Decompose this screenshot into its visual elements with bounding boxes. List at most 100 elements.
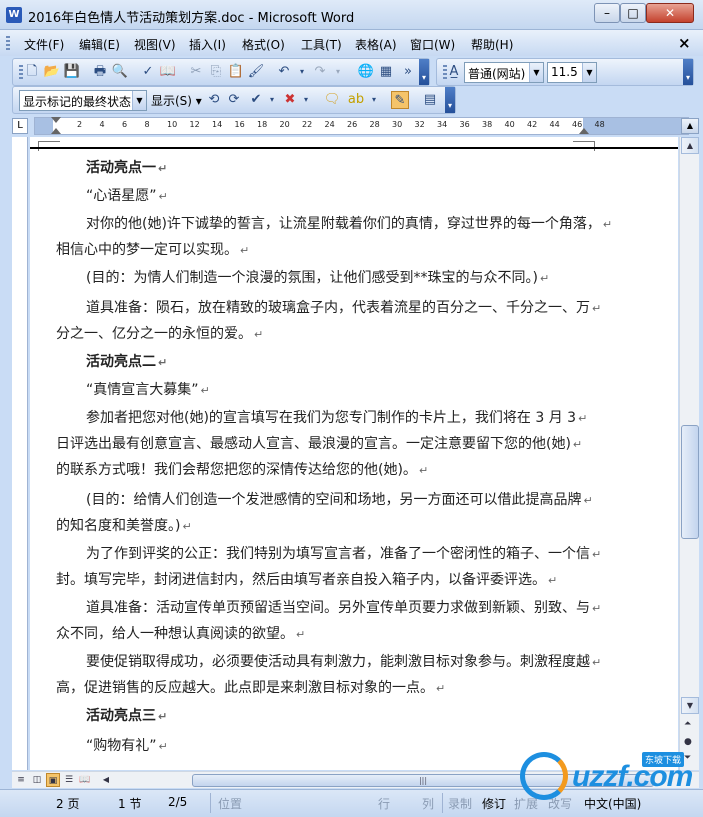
- menubar-grip[interactable]: [6, 36, 10, 50]
- highlight-dropdown-icon[interactable]: ▾: [365, 91, 383, 109]
- save-icon[interactable]: 💾: [63, 63, 81, 81]
- show-menu-button[interactable]: 显示(S) ▾: [151, 92, 202, 109]
- paragraph-line[interactable]: 为了作到评奖的公正：我们特别为填写宣言者，准备了一个密闭性的箱子、一个信 ↵: [86, 541, 601, 568]
- paragraph-line[interactable]: 道具准备：活动宣传单页预留适当空间。另外宣传单页要力求做到新颖、别致、与 ↵: [86, 595, 601, 622]
- copy-icon[interactable]: ⎘: [207, 63, 225, 81]
- chevron-down-icon[interactable]: ▼: [582, 63, 596, 82]
- paragraph-line[interactable]: “购物有礼” ↵: [86, 733, 168, 760]
- toolbar-options-icon[interactable]: ▾: [445, 87, 455, 113]
- menu-table[interactable]: 表格(A): [355, 36, 397, 53]
- spelling-icon[interactable]: ✓: [139, 63, 157, 81]
- tab-selector[interactable]: L: [12, 118, 28, 134]
- paragraph-line[interactable]: 道具准备：陨石，放在精致的玻璃盒子内，代表着流星的百分之一、千分之一、万 ↵: [86, 295, 601, 322]
- menu-tools[interactable]: 工具(T): [301, 36, 342, 53]
- paragraph-line[interactable]: “心语星愿” ↵: [86, 183, 168, 210]
- print-layout-icon[interactable]: ▣: [46, 773, 60, 787]
- more-buttons-icon[interactable]: »: [399, 63, 417, 81]
- toolbar-options-icon[interactable]: ▾: [419, 59, 429, 85]
- reject-dropdown-icon[interactable]: ▾: [297, 91, 315, 109]
- paragraph-line[interactable]: 要使促销取得成功，必须要使活动具有刺激力，能刺激目标对象参与。刺激程度越 ↵: [86, 649, 601, 676]
- paragraph-line[interactable]: 众不同，给人一种想认真阅读的欲望。 ↵: [56, 621, 305, 648]
- insert-comment-icon[interactable]: 🗨: [323, 91, 341, 109]
- document-area[interactable]: 活动亮点一 ↵ “心语星愿” ↵ 对你的他(她)许下诚挚的誓言，让流星附载着你们的真情，…: [30, 137, 678, 770]
- style-select[interactable]: 普通(网站) ▼: [464, 62, 544, 83]
- styles-formatting-icon[interactable]: A̲: [445, 63, 463, 81]
- track-changes-icon[interactable]: ✎: [391, 91, 409, 109]
- new-document-icon[interactable]: 🗋: [23, 63, 41, 81]
- paragraph-line[interactable]: 高，促进销售的反应越大。此点即是来刺激目标对象的一点。 ↵: [56, 675, 445, 702]
- reviewing-pane-icon[interactable]: ▤: [421, 91, 439, 109]
- paragraph-line[interactable]: 的联系方式哦！我们会帮您把您的深情传达给您的他(她)。 ↵: [56, 457, 428, 484]
- redo-dropdown-icon[interactable]: ▾: [329, 63, 347, 81]
- previous-change-icon[interactable]: ⟲: [205, 91, 223, 109]
- first-line-indent-marker[interactable]: [51, 117, 61, 123]
- highlight-icon[interactable]: ab: [347, 91, 365, 109]
- menu-format[interactable]: 格式(O): [242, 36, 285, 53]
- chevron-down-icon[interactable]: ▼: [132, 91, 146, 110]
- reading-layout-icon[interactable]: 📖: [78, 773, 92, 787]
- word-app-icon[interactable]: W: [6, 7, 22, 23]
- menu-file[interactable]: 文件(F): [24, 36, 64, 53]
- print-icon[interactable]: 🖶: [91, 63, 109, 81]
- open-folder-icon[interactable]: 📂: [43, 63, 61, 81]
- close-document-icon[interactable]: ×: [678, 34, 691, 52]
- scroll-left-icon[interactable]: ◀: [98, 773, 114, 788]
- redo-icon[interactable]: ↷: [311, 63, 329, 81]
- hyperlink-icon[interactable]: 🌐: [357, 63, 375, 81]
- status-record[interactable]: 录制: [448, 795, 472, 812]
- section-heading[interactable]: 活动亮点二 ↵: [86, 349, 167, 376]
- section-heading[interactable]: 活动亮点三 ↵: [86, 703, 167, 730]
- menu-window[interactable]: 窗口(W): [410, 36, 455, 53]
- undo-icon[interactable]: ↶: [275, 63, 293, 81]
- paragraph-line[interactable]: “真情宣言大募集” ↵: [86, 377, 210, 404]
- select-browse-object-icon[interactable]: ●: [684, 737, 692, 747]
- next-change-icon[interactable]: ⟳: [225, 91, 243, 109]
- paragraph-line[interactable]: 分之一、亿分之一的永恒的爱。 ↵: [56, 321, 263, 348]
- status-revise[interactable]: 修订: [482, 795, 506, 812]
- chevron-down-icon[interactable]: ▼: [529, 63, 543, 82]
- menu-insert[interactable]: 插入(I): [189, 36, 226, 53]
- menu-help[interactable]: 帮助(H): [471, 36, 513, 53]
- paragraph-line[interactable]: 相信心中的梦一定可以实现。 ↵: [56, 237, 249, 264]
- cut-icon[interactable]: ✂: [187, 63, 205, 81]
- vertical-scrollbar[interactable]: ▲ ▼ ⏶ ● ⏷: [679, 137, 699, 770]
- paragraph-mark-icon: ↵: [548, 574, 558, 587]
- font-size-select[interactable]: 11.5 ▼: [547, 62, 597, 83]
- paragraph-line[interactable]: 封。填写完毕，封闭进信封内，然后由填写者亲自投入箱子内，以备评委评选。 ↵: [56, 567, 557, 594]
- scroll-down-icon[interactable]: ▼: [681, 697, 699, 714]
- close-window-button[interactable]: ✕: [646, 3, 694, 23]
- paragraph-line[interactable]: (目的：为情人们制造一个浪漫的氛围，让他们感受到**珠宝的与众不同。) ↵: [86, 265, 549, 292]
- previous-page-icon[interactable]: ⏶: [684, 719, 691, 729]
- markup-view-select[interactable]: 显示标记的最终状态 ▼: [19, 90, 147, 111]
- menu-edit[interactable]: 编辑(E): [79, 36, 120, 53]
- vertical-ruler[interactable]: [12, 137, 28, 770]
- horizontal-ruler[interactable]: 2 4 6 8 10 12 14 16 18 20 22 24 26 28 30 32 34 36 38 40 42 44…: [34, 117, 689, 135]
- minimize-button[interactable]: –: [594, 3, 620, 23]
- paragraph-line[interactable]: 的知名度和美誉度。) ↵: [56, 513, 192, 540]
- paragraph-line[interactable]: (目的：给情人们创造一个发泄感情的空间和场地，另一方面还可以借此提高品牌 ↵: [86, 487, 593, 514]
- outline-view-icon[interactable]: ☰: [62, 773, 76, 787]
- ruler-tick-label: 32: [414, 120, 425, 129]
- title-bar[interactable]: W 2016年白色情人节活动策划方案.doc - Microsoft Word …: [0, 0, 703, 30]
- tables-borders-icon[interactable]: ▦: [377, 63, 395, 81]
- paragraph-line[interactable]: 日评选出最有创意宣言、最感动人宣言、最浪漫的宣言。一定注意要留下您的他(她) ↵: [56, 431, 582, 458]
- paragraph-text: 活动亮点三: [86, 708, 156, 724]
- section-heading[interactable]: 活动亮点一 ↵: [86, 155, 167, 182]
- scroll-up-icon[interactable]: ▲: [681, 137, 699, 154]
- view-ruler-button[interactable]: ▲: [681, 118, 699, 134]
- print-preview-icon[interactable]: 🔍: [111, 63, 129, 81]
- accept-dropdown-icon[interactable]: ▾: [263, 91, 281, 109]
- web-layout-icon[interactable]: ◫: [30, 773, 44, 787]
- paste-icon[interactable]: 📋: [227, 63, 245, 81]
- hanging-indent-marker[interactable]: [51, 128, 61, 134]
- normal-view-icon[interactable]: ≡: [14, 773, 28, 787]
- toolbar-options-icon[interactable]: ▾: [683, 59, 693, 85]
- undo-dropdown-icon[interactable]: ▾: [293, 63, 311, 81]
- vertical-scroll-thumb[interactable]: [681, 425, 699, 539]
- research-icon[interactable]: 📖: [159, 63, 177, 81]
- paragraph-line[interactable]: 对你的他(她)许下诚挚的誓言，让流星附载着你们的真情，穿过世界的每一个角落， ↵: [86, 211, 612, 238]
- menu-view[interactable]: 视图(V): [134, 36, 176, 53]
- format-painter-icon[interactable]: 🖌: [247, 63, 265, 81]
- maximize-button[interactable]: □: [620, 3, 646, 23]
- paragraph-line[interactable]: 参加者把您对他(她)的宣言填写在我们为您专门制作的卡片上，我们将在 3 月 3 ↵: [86, 405, 587, 432]
